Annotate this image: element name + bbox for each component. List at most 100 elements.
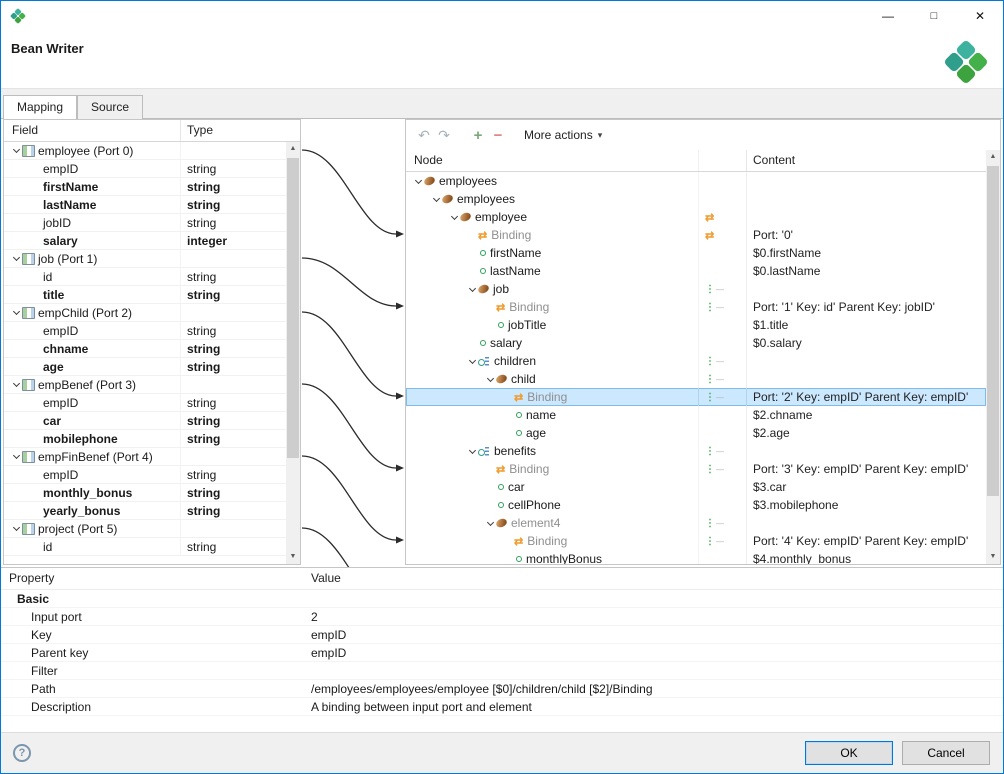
ok-button[interactable]: OK — [805, 741, 893, 765]
field-row-port[interactable]: project (Port 5) — [4, 520, 286, 538]
scrollbar-thumb[interactable] — [287, 158, 299, 458]
expand-chevron-icon[interactable] — [466, 355, 478, 367]
field-row[interactable]: empIDstring — [4, 322, 286, 340]
field-row[interactable]: mobilephonestring — [4, 430, 286, 448]
field-type: string — [180, 430, 286, 447]
tree-row[interactable]: age$2.age — [406, 424, 986, 442]
record-port-icon — [22, 379, 35, 391]
expand-chevron-icon[interactable] — [466, 283, 478, 295]
tree-row[interactable]: BindingPort: '2' Key: empID' Parent Key:… — [406, 388, 986, 406]
property-row[interactable]: Parent keyempID — [1, 644, 1003, 662]
tree-row[interactable]: car$3.car — [406, 478, 986, 496]
field-type: string — [180, 466, 286, 483]
node-label: Binding — [527, 390, 567, 404]
undo-icon[interactable]: ↶ — [414, 125, 434, 145]
close-button[interactable]: ✕ — [957, 1, 1003, 31]
expand-chevron-icon[interactable] — [466, 445, 478, 457]
app-clover-icon — [10, 8, 26, 24]
property-row[interactable]: Basic — [1, 590, 1003, 608]
tree-row[interactable]: jobTitle$1.title — [406, 316, 986, 334]
tree-row[interactable]: employee — [406, 208, 986, 226]
expand-chevron-icon[interactable] — [10, 379, 22, 391]
field-row[interactable]: titlestring — [4, 286, 286, 304]
expand-chevron-icon[interactable] — [448, 211, 460, 223]
tree-row[interactable]: BindingPort: '0' — [406, 226, 986, 244]
key-relation-icon — [705, 374, 723, 385]
scroll-up-icon[interactable]: ▲ — [986, 150, 1000, 164]
field-row[interactable]: chnamestring — [4, 340, 286, 358]
field-row[interactable]: idstring — [4, 538, 286, 556]
tree-row[interactable]: cellPhone$3.mobilephone — [406, 496, 986, 514]
property-row[interactable]: KeyempID — [1, 626, 1003, 644]
field-row[interactable]: agestring — [4, 358, 286, 376]
field-row[interactable]: empIDstring — [4, 394, 286, 412]
tree-row[interactable]: lastName$0.lastName — [406, 262, 986, 280]
field-row-port[interactable]: empChild (Port 2) — [4, 304, 286, 322]
scrollbar-thumb[interactable] — [987, 166, 999, 496]
field-row[interactable]: idstring — [4, 268, 286, 286]
field-row-port[interactable]: empBenef (Port 3) — [4, 376, 286, 394]
tree-row[interactable]: benefits — [406, 442, 986, 460]
tree-row[interactable]: monthlyBonus$4.monthly_bonus — [406, 550, 986, 564]
redo-icon[interactable]: ↷ — [434, 125, 454, 145]
tab-mapping[interactable]: Mapping — [3, 95, 77, 119]
remove-icon[interactable]: − — [488, 125, 508, 145]
tree-row[interactable]: salary$0.salary — [406, 334, 986, 352]
help-icon[interactable]: ? — [13, 744, 31, 762]
property-row[interactable]: Path/employees/employees/employee [$0]/c… — [1, 680, 1003, 698]
cancel-button[interactable]: Cancel — [902, 741, 990, 765]
expand-chevron-icon[interactable] — [10, 523, 22, 535]
expand-chevron-icon[interactable] — [484, 373, 496, 385]
minimize-button[interactable]: — — [865, 1, 911, 31]
field-row[interactable]: yearly_bonusstring — [4, 502, 286, 520]
expand-chevron-icon[interactable] — [484, 517, 496, 529]
field-label: age — [43, 360, 64, 374]
tree-row[interactable]: BindingPort: '4' Key: empID' Parent Key:… — [406, 532, 986, 550]
field-row[interactable]: salaryinteger — [4, 232, 286, 250]
field-row[interactable]: jobIDstring — [4, 214, 286, 232]
property-label: Path — [1, 682, 303, 696]
tree-row[interactable]: name$2.chname — [406, 406, 986, 424]
field-row[interactable]: empIDstring — [4, 466, 286, 484]
expand-chevron-icon[interactable] — [10, 307, 22, 319]
tree-row[interactable]: children — [406, 352, 986, 370]
tree-scrollbar[interactable]: ▲ ▼ — [986, 150, 1000, 564]
add-icon[interactable]: + — [468, 125, 488, 145]
tree-row[interactable]: job — [406, 280, 986, 298]
tree-row[interactable]: BindingPort: '1' Key: id' Parent Key: jo… — [406, 298, 986, 316]
field-row[interactable]: empIDstring — [4, 160, 286, 178]
field-row-port[interactable]: employee (Port 0) — [4, 142, 286, 160]
node-label: job — [493, 282, 509, 296]
expand-chevron-icon[interactable] — [10, 451, 22, 463]
scroll-down-icon[interactable]: ▼ — [986, 550, 1000, 564]
tree-row[interactable]: element4 — [406, 514, 986, 532]
property-row[interactable]: DescriptionA binding between input port … — [1, 698, 1003, 716]
field-row-port[interactable]: empFinBenef (Port 4) — [4, 448, 286, 466]
field-row[interactable]: carstring — [4, 412, 286, 430]
property-row[interactable]: Input port2 — [1, 608, 1003, 626]
tree-row[interactable]: BindingPort: '3' Key: empID' Parent Key:… — [406, 460, 986, 478]
property-row[interactable]: Filter — [1, 662, 1003, 680]
node-label: child — [511, 372, 536, 386]
content-value: $1.title — [753, 318, 788, 332]
expand-chevron-icon[interactable] — [412, 175, 424, 187]
more-actions-button[interactable]: More actions ▾ — [518, 126, 608, 144]
field-type — [180, 304, 286, 321]
tree-row[interactable]: employees — [406, 190, 986, 208]
fields-scrollbar[interactable]: ▲ ▼ — [286, 142, 300, 564]
scroll-up-icon[interactable]: ▲ — [286, 142, 300, 156]
scroll-down-icon[interactable]: ▼ — [286, 550, 300, 564]
field-row[interactable]: lastNamestring — [4, 196, 286, 214]
field-row-port[interactable]: job (Port 1) — [4, 250, 286, 268]
tab-source[interactable]: Source — [77, 95, 143, 119]
expand-chevron-icon[interactable] — [10, 145, 22, 157]
tree-row[interactable]: child — [406, 370, 986, 388]
field-row[interactable]: firstNamestring — [4, 178, 286, 196]
tree-row[interactable]: firstName$0.firstName — [406, 244, 986, 262]
field-row[interactable]: monthly_bonusstring — [4, 484, 286, 502]
expand-chevron-icon[interactable] — [430, 193, 442, 205]
tree-row[interactable]: employees — [406, 172, 986, 190]
properties-header: Property Value — [1, 568, 1003, 590]
expand-chevron-icon[interactable] — [10, 253, 22, 265]
maximize-button[interactable]: □ — [911, 1, 957, 31]
